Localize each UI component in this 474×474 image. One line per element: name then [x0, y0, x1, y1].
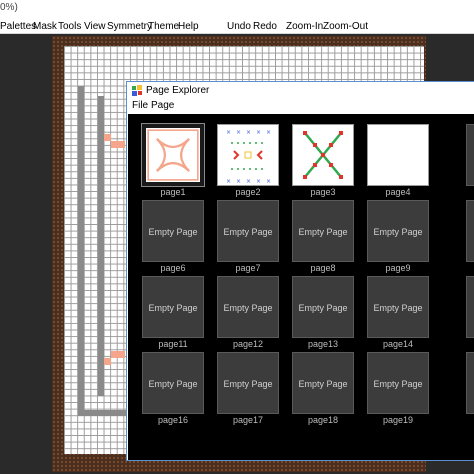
svg-text:×: ×: [266, 178, 271, 185]
menu-mask[interactable]: Mask: [33, 21, 57, 32]
zoom-out-button[interactable]: Zoom-Out: [323, 21, 368, 32]
page-thumbnail[interactable]: Empty Page: [367, 276, 429, 338]
page-thumbnail[interactable]: [367, 124, 429, 186]
salmon-pixel: [111, 141, 125, 148]
main-menubar: Palettes Mask Tools View Symmetry Theme …: [0, 18, 474, 34]
offscreen-page-tile[interactable]: [466, 276, 474, 338]
page-thumbnail[interactable]: Empty Page: [217, 276, 279, 338]
page-thumbnail[interactable]: [141, 123, 205, 187]
svg-text:×: ×: [246, 178, 251, 185]
page-label: page14: [382, 339, 414, 349]
page-label: page17: [232, 415, 264, 425]
menu-tools[interactable]: Tools: [58, 21, 81, 32]
page-label: page2: [235, 187, 261, 197]
page-label: page18: [307, 415, 339, 425]
page-explorer-window: Page Explorer File Page page1 × × × × × × × × × × p…: [126, 81, 474, 461]
redo-button[interactable]: Redo: [253, 21, 277, 32]
page-thumbnail[interactable]: Empty Page: [217, 200, 279, 262]
page-label: page6: [160, 263, 186, 273]
page-label: page19: [382, 415, 414, 425]
page-thumbnail[interactable]: Empty Page: [142, 276, 204, 338]
grid-border-bottom: [78, 410, 128, 416]
undo-button[interactable]: Undo: [227, 21, 251, 32]
svg-text:×: ×: [256, 129, 261, 136]
page-explorer-title: Page Explorer: [146, 85, 210, 96]
app-window: 0%) Palettes Mask Tools View Symmetry Th…: [0, 0, 474, 474]
empty-page-label: Empty Page: [148, 379, 198, 389]
page-explorer-titlebar[interactable]: Page Explorer: [127, 82, 474, 99]
empty-page-label: Empty Page: [223, 303, 273, 313]
svg-text:×: ×: [256, 178, 261, 185]
page-explorer-menubar: File Page: [127, 99, 474, 113]
title-bar: 0%): [0, 0, 474, 18]
empty-page-label: Empty Page: [223, 227, 273, 237]
empty-page-label: Empty Page: [148, 227, 198, 237]
page-label: page4: [385, 187, 411, 197]
page-label: page16: [157, 415, 189, 425]
window-title: 0%): [0, 2, 18, 13]
svg-text:×: ×: [226, 129, 231, 136]
page-label: page11: [158, 339, 188, 349]
empty-page-label: Empty Page: [298, 379, 348, 389]
page-explorer-app-icon: [132, 85, 142, 96]
salmon-pixel: [104, 358, 111, 365]
page-label: page7: [235, 263, 261, 273]
menu-symmetry[interactable]: Symmetry: [107, 21, 152, 32]
page-thumbnail[interactable]: Empty Page: [367, 200, 429, 262]
page-thumbnail[interactable]: Empty Page: [142, 352, 204, 414]
page-label: page1: [160, 187, 186, 197]
empty-page-label: Empty Page: [373, 227, 423, 237]
offscreen-page-tile[interactable]: [466, 124, 474, 186]
page-label: page9: [385, 263, 411, 273]
empty-page-label: Empty Page: [373, 303, 423, 313]
svg-text:×: ×: [266, 129, 271, 136]
offscreen-page-tile[interactable]: [466, 200, 474, 262]
pe-menu-page[interactable]: Page: [151, 100, 174, 111]
menu-theme[interactable]: Theme: [148, 21, 179, 32]
empty-page-label: Empty Page: [298, 227, 348, 237]
menu-palettes[interactable]: Palettes: [0, 21, 36, 32]
grid-border-left: [78, 86, 84, 416]
page-thumbnail[interactable]: Empty Page: [292, 276, 354, 338]
page-label: page8: [310, 263, 336, 273]
page-label: page13: [307, 339, 339, 349]
empty-page-label: Empty Page: [373, 379, 423, 389]
salmon-pixel: [104, 134, 111, 141]
page-thumbnail[interactable]: Empty Page: [292, 200, 354, 262]
svg-text:×: ×: [226, 178, 231, 185]
page-label: page12: [232, 339, 264, 349]
page-thumbnail[interactable]: [292, 124, 354, 186]
page-thumbnail[interactable]: Empty Page: [367, 352, 429, 414]
page-art-x: [303, 131, 343, 179]
page-label: page3: [310, 187, 336, 197]
svg-text:×: ×: [246, 129, 251, 136]
page-art-salmon-flower: [147, 129, 199, 181]
pe-menu-file[interactable]: File: [132, 100, 148, 111]
empty-page-label: Empty Page: [223, 379, 273, 389]
page-thumbnail[interactable]: × × × × × × × × × ×: [217, 124, 279, 186]
svg-text:×: ×: [236, 178, 241, 185]
empty-page-label: Empty Page: [298, 303, 348, 313]
empty-page-label: Empty Page: [148, 303, 198, 313]
menu-view[interactable]: View: [84, 21, 106, 32]
page-thumbnail[interactable]: Empty Page: [217, 352, 279, 414]
page-art-cross: × × × × × × × × × ×: [226, 129, 271, 185]
grid-inner-border: [98, 96, 104, 396]
page-thumbnail[interactable]: Empty Page: [142, 200, 204, 262]
menu-help[interactable]: Help: [178, 21, 199, 32]
svg-text:×: ×: [236, 129, 241, 136]
zoom-in-button[interactable]: Zoom-In: [286, 21, 323, 32]
offscreen-page-tile[interactable]: [466, 352, 474, 414]
salmon-pixel: [111, 351, 125, 358]
page-thumbnail[interactable]: Empty Page: [292, 352, 354, 414]
page-grid: page1 × × × × × × × × × × page2 page3 page4 Empty Page…: [128, 114, 474, 460]
